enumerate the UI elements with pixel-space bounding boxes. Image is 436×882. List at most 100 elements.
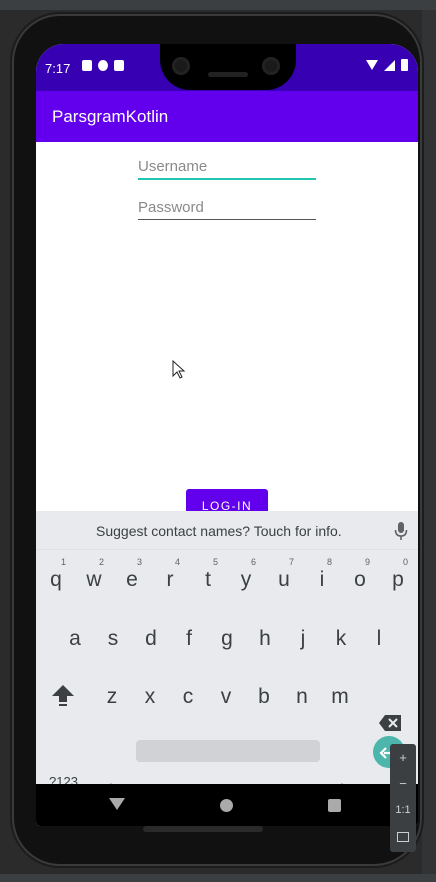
key-label: d: [145, 627, 157, 650]
key-label: v: [220, 685, 232, 708]
ide-toolbar: [0, 0, 436, 10]
keyboard-key[interactable]: n: [284, 672, 320, 716]
keyboard-key[interactable]: y6: [228, 555, 264, 599]
keyboard-key[interactable]: s: [95, 614, 131, 658]
soft-keyboard: Suggest contact names? Touch for info. q…: [36, 511, 418, 791]
key-number-hint: 2: [98, 557, 104, 567]
sd-card-icon: [114, 60, 124, 71]
key-label: f: [186, 627, 192, 650]
notification-a-icon: [82, 60, 92, 71]
nav-back-icon[interactable]: [109, 798, 125, 810]
zoom-fit-button[interactable]: [390, 824, 416, 848]
keyboard-key[interactable]: b: [246, 672, 282, 716]
key-label: n: [296, 685, 308, 708]
key-label: y: [240, 568, 252, 591]
keyboard-key[interactable]: w2: [76, 555, 112, 599]
shift-icon[interactable]: [50, 683, 76, 707]
fit-screen-icon: [397, 831, 409, 842]
key-label: e: [126, 568, 138, 591]
front-sensor-icon: [262, 57, 280, 75]
earpiece: [208, 72, 248, 77]
keyboard-key[interactable]: m: [322, 672, 358, 716]
key-label: b: [258, 685, 270, 708]
key-label: o: [354, 568, 366, 591]
notification-circle-icon: [98, 60, 108, 71]
key-label: w: [86, 568, 102, 591]
keyboard-key[interactable]: q1: [38, 555, 74, 599]
key-label: a: [69, 627, 81, 650]
keyboard-key[interactable]: u7: [266, 555, 302, 599]
device-screen: 7:17 ParsgramKotlin Username LOG-IN Sugg…: [36, 44, 418, 826]
key-label: k: [335, 627, 347, 650]
key-number-hint: 1: [60, 557, 66, 567]
device-frame: 7:17 ParsgramKotlin Username LOG-IN Sugg…: [12, 14, 422, 866]
password-input[interactable]: [138, 195, 316, 220]
ide-side-strip: [422, 10, 436, 874]
zoom-out-button[interactable]: −: [390, 772, 416, 796]
keyboard-key[interactable]: r4: [152, 555, 188, 599]
nav-home-icon[interactable]: [220, 799, 233, 812]
zoom-in-button[interactable]: +: [390, 746, 416, 770]
backspace-icon[interactable]: [378, 714, 402, 732]
emulator-zoom-panel: + − 1:1: [390, 744, 416, 852]
key-label: s: [107, 627, 119, 650]
keyboard-key[interactable]: t5: [190, 555, 226, 599]
key-number-hint: 7: [288, 557, 294, 567]
nav-recents-icon[interactable]: [328, 799, 341, 812]
keyboard-key[interactable]: k: [323, 614, 359, 658]
microphone-icon[interactable]: [393, 521, 409, 541]
system-icons: [366, 59, 408, 71]
ide-status-strip: [0, 874, 436, 882]
keyboard-key[interactable]: l: [361, 614, 397, 658]
key-label: h: [259, 627, 271, 650]
navigation-bar: [36, 784, 418, 826]
key-number-hint: 0: [402, 557, 408, 567]
key-label: m: [331, 685, 349, 708]
key-label: g: [221, 627, 233, 650]
keyboard-key[interactable]: j: [285, 614, 321, 658]
keyboard-key[interactable]: z: [94, 672, 130, 716]
keyboard-key[interactable]: e3: [114, 555, 150, 599]
key-label: p: [392, 568, 404, 591]
battery-icon: [401, 59, 408, 71]
keyboard-key[interactable]: o9: [342, 555, 378, 599]
spacebar[interactable]: [136, 740, 320, 762]
key-label: t: [205, 568, 211, 591]
bottom-speaker: [143, 826, 263, 832]
username-field-container: [138, 154, 316, 180]
keyboard-key[interactable]: d: [133, 614, 169, 658]
key-number-hint: 4: [174, 557, 180, 567]
key-label: q: [50, 568, 62, 591]
suggestion-text[interactable]: Suggest contact names? Touch for info.: [96, 523, 342, 539]
keyboard-key[interactable]: p0: [380, 555, 416, 599]
app-bar: ParsgramKotlin: [36, 91, 418, 142]
key-label: i: [319, 568, 325, 591]
signal-icon: [384, 59, 395, 71]
keyboard-key[interactable]: g: [209, 614, 245, 658]
key-label: u: [278, 568, 290, 591]
key-label: c: [182, 685, 194, 708]
login-button[interactable]: LOG-IN: [186, 489, 268, 511]
keyboard-key[interactable]: v: [208, 672, 244, 716]
keyboard-key[interactable]: a: [57, 614, 93, 658]
password-field-container: [138, 195, 316, 221]
status-bar: 7:17: [36, 44, 418, 91]
key-number-hint: 9: [364, 557, 370, 567]
keyboard-key[interactable]: c: [170, 672, 206, 716]
key-label: l: [376, 627, 382, 650]
wifi-icon: [366, 60, 378, 70]
key-label: j: [300, 627, 306, 650]
key-label: x: [144, 685, 156, 708]
front-camera-icon: [172, 57, 190, 75]
keyboard-key[interactable]: x: [132, 672, 168, 716]
keyboard-key[interactable]: h: [247, 614, 283, 658]
username-input[interactable]: [138, 154, 316, 180]
zoom-actual-size-button[interactable]: 1:1: [390, 798, 416, 822]
key-number-hint: 6: [250, 557, 256, 567]
keyboard-key[interactable]: i8: [304, 555, 340, 599]
key-label: z: [106, 685, 118, 708]
key-number-hint: 8: [326, 557, 332, 567]
keyboard-key[interactable]: f: [171, 614, 207, 658]
key-label: r: [166, 568, 174, 591]
suggestion-strip[interactable]: Suggest contact names? Touch for info.: [36, 511, 418, 550]
